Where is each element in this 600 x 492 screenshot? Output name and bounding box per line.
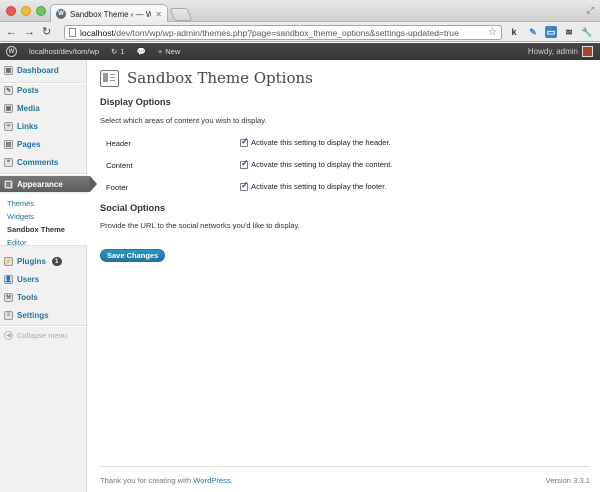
sidebar-item-settings[interactable]: ≡ Settings <box>0 307 87 323</box>
sidebar-item-media[interactable]: ▣ Media <box>0 100 87 116</box>
admin-footer: Thank you for creating with WordPress. V… <box>100 466 590 492</box>
back-icon[interactable]: ← <box>6 25 17 39</box>
wrench-icon[interactable]: 🔧 <box>581 26 593 38</box>
sidebar-item-pages[interactable]: ▤ Pages <box>0 136 87 152</box>
forward-icon[interactable]: → <box>24 25 35 39</box>
content-checkbox[interactable] <box>240 158 249 169</box>
minimize-window-button[interactable] <box>21 6 31 16</box>
wp-logo-menu[interactable]: W <box>0 43 23 60</box>
browser-titlebar: W Sandbox Theme ‹ — WordPress ✕ ⤢ <box>0 0 600 23</box>
bookmark-star-icon[interactable]: ☆ <box>488 27 497 38</box>
save-changes-button[interactable]: Save Changes <box>100 249 166 262</box>
close-window-button[interactable] <box>6 6 16 16</box>
comments-icon: ❝ <box>4 157 13 167</box>
my-account-menu[interactable]: Howdy, admin <box>528 46 600 57</box>
header-option-label: Header <box>106 139 131 148</box>
main-content: Sandbox Theme Options Display Options Se… <box>100 60 590 460</box>
extension-layers-icon[interactable]: ≋ <box>563 26 575 38</box>
sidebar-item-posts[interactable]: ✎ Posts <box>0 82 87 98</box>
dashboard-icon: ▦ <box>4 65 13 75</box>
comments-link[interactable]: 💬 <box>131 43 152 60</box>
footer-thanks: Thank you for creating with WordPress. <box>100 476 233 485</box>
extension-screen-icon[interactable]: ▭ <box>545 26 557 38</box>
posts-icon: ✎ <box>4 85 13 95</box>
submenu-sandbox-theme[interactable]: Sandbox Theme <box>7 225 65 234</box>
media-icon: ▣ <box>4 103 13 113</box>
appearance-icon: ▥ <box>4 179 13 189</box>
browser-toolbar: ← → ↻ localhost/dev/tom/wp/wp-admin/them… <box>0 22 600 42</box>
sidebar-item-tools[interactable]: ⚒ Tools <box>0 289 87 305</box>
content-option[interactable]: Activate this setting to display the con… <box>240 158 392 169</box>
social-options-description: Provide the URL to the social networks y… <box>100 221 300 230</box>
browser-tab[interactable]: W Sandbox Theme ‹ — WordPress ✕ <box>50 4 168 23</box>
themes-icon <box>100 69 119 87</box>
wordpress-favicon-icon: W <box>56 9 66 19</box>
appearance-submenu: Themes Widgets Sandbox Theme Editor <box>0 194 87 247</box>
pages-icon: ▤ <box>4 139 13 149</box>
url-text: localhost/dev/tom/wp/wp-admin/themes.php… <box>80 27 459 38</box>
admin-sidebar: ▦ Dashboard ✎ Posts ▣ Media ∞ Links ▤ Pages ❝… <box>0 60 97 492</box>
greeting-text: Howdy, admin <box>527 47 578 56</box>
sidebar-item-links[interactable]: ∞ Links <box>0 118 87 134</box>
updates-link[interactable]: ↻ 1 <box>105 43 130 60</box>
new-tab-button[interactable] <box>169 8 193 21</box>
extension-pen-icon[interactable]: ✎ <box>527 26 539 38</box>
footer-checkbox[interactable] <box>240 180 249 191</box>
zoom-window-button[interactable] <box>36 6 46 16</box>
wordpress-logo-icon: W <box>6 46 17 57</box>
wordpress-link[interactable]: WordPress <box>193 476 230 485</box>
sidebar-item-comments[interactable]: ❝ Comments <box>0 154 87 170</box>
menu-separator <box>0 173 87 175</box>
tab-title: Sandbox Theme ‹ — WordPress <box>70 9 152 19</box>
settings-icon: ≡ <box>4 310 13 320</box>
display-options-heading: Display Options <box>100 97 171 107</box>
tab-close-icon[interactable]: ✕ <box>155 10 162 19</box>
page-icon <box>69 28 76 37</box>
plus-icon: + <box>157 47 163 56</box>
wp-admin-bar: W localhost/dev/tom/wp ↻ 1 💬 + New Howdy, … <box>0 43 600 60</box>
footer-option-label: Footer <box>106 183 128 192</box>
extension-k-icon[interactable]: k <box>508 26 520 38</box>
sidebar-item-users[interactable]: 👤 Users <box>0 271 87 287</box>
speech-bubble-icon: 💬 <box>136 47 146 56</box>
sidebar-item-dashboard[interactable]: ▦ Dashboard <box>0 62 87 78</box>
collapse-arrow-icon: ◀ <box>4 331 13 340</box>
footer-option[interactable]: Activate this setting to display the foo… <box>240 180 387 191</box>
content-option-label: Content <box>106 161 133 170</box>
social-options-heading: Social Options <box>100 203 166 213</box>
plugin-update-badge: 1 <box>51 256 62 266</box>
menu-separator <box>0 325 87 327</box>
submenu-themes[interactable]: Themes <box>7 199 34 208</box>
site-name-link[interactable]: localhost/dev/tom/wp <box>23 43 105 60</box>
submenu-widgets[interactable]: Widgets <box>7 212 34 221</box>
version-text: Version 3.3.1 <box>545 476 590 485</box>
display-options-description: Select which areas of content you wish t… <box>100 116 267 125</box>
refresh-icon: ↻ <box>111 47 118 56</box>
new-content-link[interactable]: + New <box>152 43 186 60</box>
users-icon: 👤 <box>4 274 13 284</box>
plugins-icon: ⚡ <box>4 256 13 266</box>
avatar <box>582 46 593 57</box>
collapse-menu-button[interactable]: ◀ Collapse menu <box>4 331 67 340</box>
header-checkbox[interactable] <box>240 136 249 147</box>
sidebar-item-plugins[interactable]: ⚡ Plugins 1 <box>0 253 87 269</box>
page-title: Sandbox Theme Options <box>127 69 313 87</box>
sidebar-item-appearance[interactable]: ▥ Appearance <box>0 176 97 192</box>
submenu-editor[interactable]: Editor <box>7 238 27 247</box>
page-header: Sandbox Theme Options <box>100 69 313 87</box>
tools-icon: ⚒ <box>4 292 13 302</box>
header-option[interactable]: Activate this setting to display the hea… <box>240 136 391 147</box>
reload-icon[interactable]: ↻ <box>42 25 51 39</box>
links-icon: ∞ <box>4 121 13 131</box>
address-bar[interactable]: localhost/dev/tom/wp/wp-admin/themes.php… <box>64 25 502 40</box>
fullscreen-icon[interactable]: ⤢ <box>587 5 594 16</box>
